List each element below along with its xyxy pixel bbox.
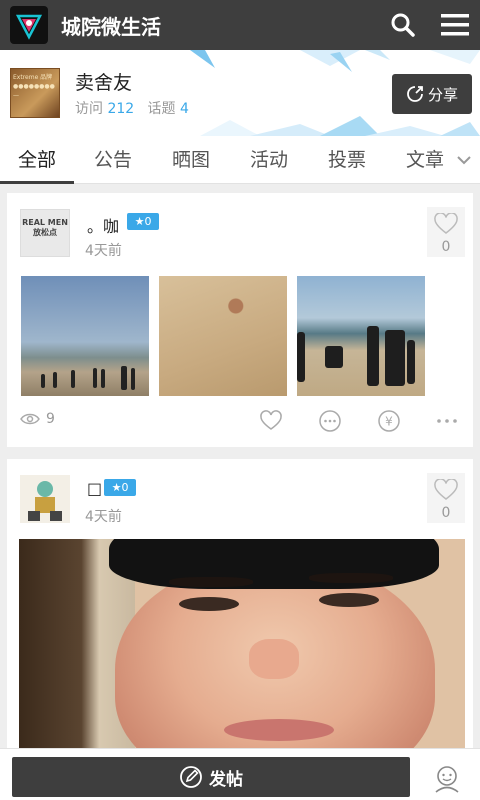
post-username[interactable]: □ <box>87 479 102 498</box>
post-photo-beach-2[interactable] <box>297 276 425 396</box>
photo-hair <box>109 539 439 589</box>
tab-photos[interactable]: 晒图 <box>152 136 230 184</box>
logo-icon <box>15 14 43 40</box>
like-count: 0 <box>441 505 451 521</box>
post-photo-beach-1[interactable] <box>21 276 149 396</box>
heart-icon <box>434 213 458 234</box>
post-time: 4天前 <box>85 243 122 259</box>
share-label: 分享 <box>427 85 458 104</box>
level-badge: ★0 <box>104 479 136 496</box>
post-card[interactable]: REAL MEN 放松点 。咖 ★0 4天前 0 9 ¥ <box>7 193 473 447</box>
like-box[interactable]: 0 <box>427 473 465 523</box>
like-count: 0 <box>441 239 451 255</box>
chevron-down-icon[interactable] <box>454 150 474 170</box>
post-time: 4天前 <box>85 509 122 525</box>
visit-label: 访问 <box>75 101 103 117</box>
avatar[interactable] <box>20 475 70 523</box>
avatar-figure-icon <box>28 481 62 521</box>
comment-icon[interactable] <box>318 409 342 433</box>
eye-icon <box>20 413 40 425</box>
compose-icon <box>180 766 202 788</box>
svg-text:¥: ¥ <box>385 415 393 429</box>
level-badge: ★0 <box>127 213 159 230</box>
app-screen: 城院微生活 Extreme 品牌 ●●●●●●●● — 卖舍友 访问 212 话… <box>0 0 480 800</box>
bottom-bar: 发帖 <box>0 748 480 800</box>
board-header: Extreme 品牌 ●●●●●●●● — 卖舍友 访问 212 话题 4 分享 <box>0 50 480 136</box>
new-post-label: 发帖 <box>209 769 243 790</box>
new-post-button[interactable]: 发帖 <box>12 757 410 797</box>
board-name: 卖舍友 <box>75 72 133 94</box>
like-icon[interactable] <box>259 409 283 433</box>
share-icon <box>407 86 423 102</box>
more-icon[interactable] <box>435 409 459 433</box>
top-bar: 城院微生活 <box>0 0 480 50</box>
tab-articles[interactable]: 文章 <box>386 136 464 184</box>
board-thumbnail: Extreme 品牌 ●●●●●●●● — <box>10 68 60 118</box>
board-stats: 访问 212 话题 4 <box>75 98 189 118</box>
post-photo-selfie[interactable] <box>19 539 465 759</box>
tab-votes[interactable]: 投票 <box>308 136 386 184</box>
tab-all[interactable]: 全部 <box>0 136 74 184</box>
profile-icon[interactable] <box>432 763 462 793</box>
view-count: 9 <box>20 411 55 427</box>
app-title: 城院微生活 <box>61 14 161 39</box>
tab-announcements[interactable]: 公告 <box>74 136 152 184</box>
visit-count: 212 <box>107 101 135 117</box>
heart-icon <box>434 479 458 500</box>
post-card[interactable]: □ ★0 4天前 0 <box>7 459 473 759</box>
avatar[interactable]: REAL MEN 放松点 <box>20 209 70 257</box>
search-icon[interactable] <box>388 10 418 40</box>
topic-count: 4 <box>180 101 189 117</box>
app-logo[interactable] <box>10 6 48 44</box>
post-actions: 9 ¥ <box>7 407 473 437</box>
topic-label: 话题 <box>147 101 176 117</box>
reward-icon[interactable]: ¥ <box>377 409 401 433</box>
menu-icon[interactable] <box>440 10 470 40</box>
post-username[interactable]: 。咖 <box>87 213 119 237</box>
tab-events[interactable]: 活动 <box>230 136 308 184</box>
share-button[interactable]: 分享 <box>392 74 472 114</box>
category-tabs: 全部 公告 晒图 活动 投票 文章 <box>0 136 480 184</box>
post-photo-sand[interactable] <box>159 276 287 396</box>
like-box[interactable]: 0 <box>427 207 465 257</box>
